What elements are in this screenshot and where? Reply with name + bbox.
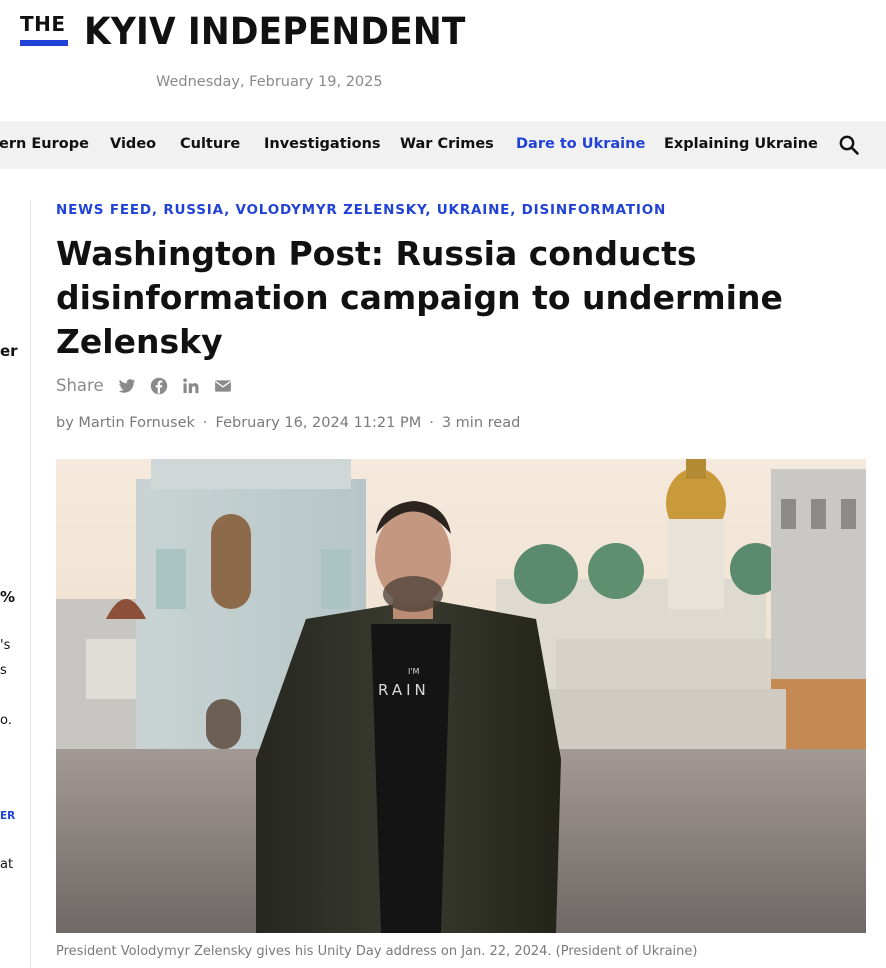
sidebar-fragment[interactable]: er <box>0 342 18 360</box>
article-title: Washington Post: Russia conducts disinfo… <box>56 234 783 361</box>
publish-date: February 16, 2024 11:21 PM <box>215 415 422 431</box>
share-bar: Share <box>56 376 246 395</box>
svg-text:I'M: I'M <box>408 667 420 676</box>
tag-link[interactable]: DISINFORMATION <box>522 202 666 218</box>
main-nav: ern Europe Video Culture Investigations … <box>0 121 886 169</box>
email-icon[interactable] <box>214 377 232 395</box>
share-label: Share <box>56 376 104 395</box>
linkedin-icon[interactable] <box>182 377 200 395</box>
nav-item-dare-to-ukraine[interactable]: Dare to Ukraine <box>516 136 645 152</box>
svg-text:RAIN: RAIN <box>378 681 430 699</box>
current-date: Wednesday, February 19, 2025 <box>156 74 383 90</box>
image-caption: President Volodymyr Zelensky gives his U… <box>56 944 698 959</box>
hero-photo: I'M RAIN <box>56 459 866 933</box>
sidebar-fragment: s <box>0 663 7 678</box>
facebook-icon[interactable] <box>150 377 168 395</box>
nav-item-investigations[interactable]: Investigations <box>264 136 381 152</box>
twitter-icon[interactable] <box>118 377 136 395</box>
article-byline: by Martin Fornusek · February 16, 2024 11:… <box>56 415 521 431</box>
author-link[interactable]: by Martin Fornusek <box>56 415 195 431</box>
nav-item-explaining-ukraine[interactable]: Explaining Ukraine <box>664 136 818 152</box>
tag-link[interactable]: UKRAINE <box>437 202 510 218</box>
sidebar-fragment: 's <box>0 638 11 653</box>
tag-link[interactable]: RUSSIA <box>163 202 224 218</box>
nav-item-war-crimes[interactable]: War Crimes <box>400 136 494 152</box>
sidebar-fragment: o. <box>0 713 12 728</box>
nav-item-eastern-europe[interactable]: ern Europe <box>0 136 89 152</box>
site-logo[interactable]: THE KYIV INDEPENDENT <box>20 10 494 53</box>
logo-name: KYIV INDEPENDENT <box>83 10 466 53</box>
nav-item-video[interactable]: Video <box>110 136 156 152</box>
sidebar-fragment[interactable]: ER <box>0 810 15 822</box>
sidebar-fragment[interactable]: % <box>0 588 15 606</box>
hero-image: I'M RAIN <box>56 459 866 933</box>
logo-underline <box>20 40 68 46</box>
sidebar-fragment: at <box>0 857 14 872</box>
sidebar-divider <box>30 200 31 968</box>
logo-the-text: THE <box>20 12 66 36</box>
tag-link[interactable]: NEWS FEED <box>56 202 152 218</box>
tag-link[interactable]: VOLODYMYR ZELENSKY <box>236 202 426 218</box>
article-tags: NEWS FEED, RUSSIA, VOLODYMYR ZELENSKY, U… <box>56 202 667 218</box>
logo-the: THE <box>20 12 68 46</box>
read-time: 3 min read <box>441 415 521 431</box>
nav-item-culture[interactable]: Culture <box>180 136 240 152</box>
search-icon[interactable] <box>838 134 860 156</box>
